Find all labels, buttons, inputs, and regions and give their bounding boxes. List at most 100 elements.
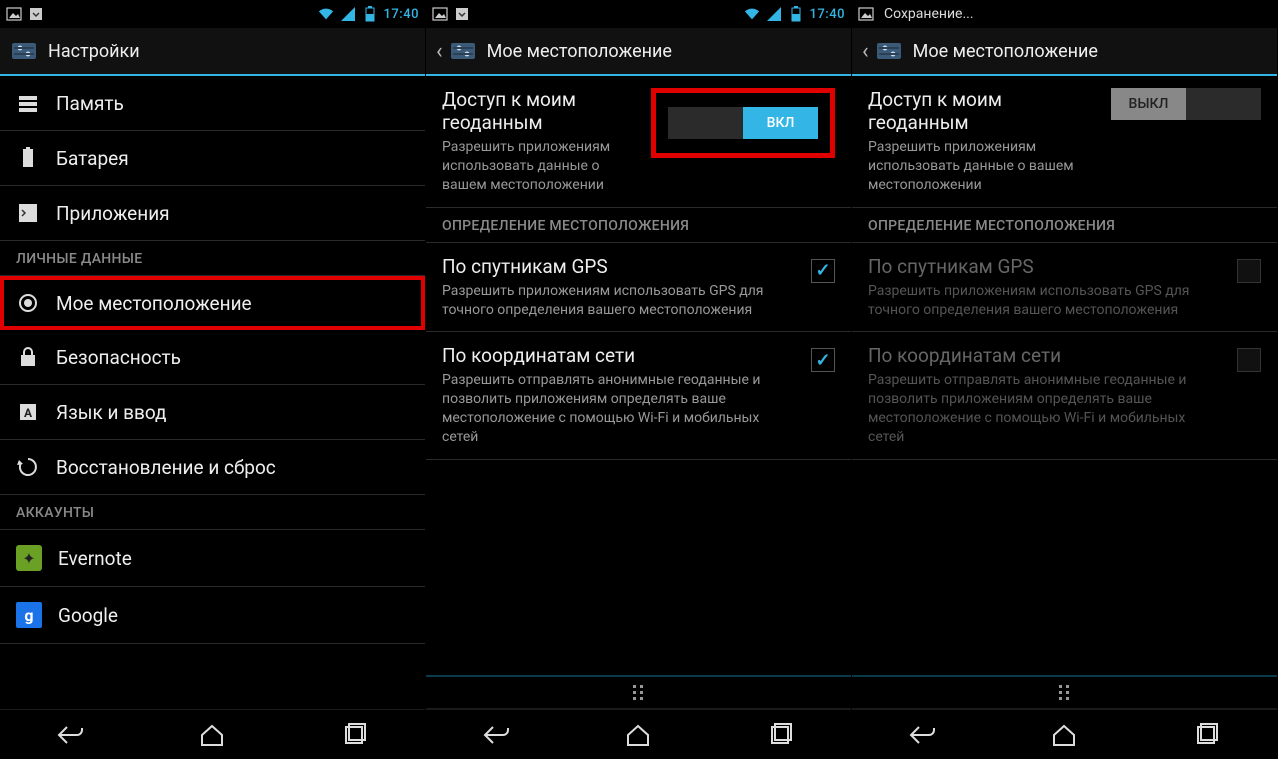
pref-subtitle: Разрешить отправлять анонимные геоданные… bbox=[868, 371, 1223, 447]
location-icon bbox=[16, 291, 40, 315]
pref-network-location[interactable]: По координатам сети Разрешить отправлять… bbox=[426, 332, 851, 460]
nav-home-button[interactable] bbox=[608, 717, 668, 753]
nav-home-button[interactable] bbox=[1034, 717, 1094, 753]
clock-time: 17:40 bbox=[810, 7, 845, 22]
pref-title: По координатам сети bbox=[442, 344, 797, 367]
svg-text:A: A bbox=[24, 406, 33, 420]
settings-item-memory[interactable]: Память bbox=[0, 76, 425, 131]
signal-icon bbox=[340, 6, 356, 22]
location-access-toggle[interactable]: ВКЛ bbox=[668, 107, 818, 139]
wifi-icon bbox=[744, 6, 760, 22]
download-icon bbox=[454, 6, 470, 22]
app-header: ‹ Мое местоположение bbox=[852, 28, 1277, 76]
gps-checkbox bbox=[1237, 259, 1261, 283]
settings-icon bbox=[875, 37, 903, 65]
battery-icon bbox=[362, 6, 378, 22]
settings-item-apps[interactable]: Приложения bbox=[0, 186, 425, 241]
battery-icon bbox=[788, 6, 804, 22]
pref-location-access[interactable]: Доступ к моим геоданным Разрешить прилож… bbox=[426, 76, 851, 208]
screen-location-off: Сохранение... ‹ Мое местоположение Досту… bbox=[852, 0, 1278, 759]
language-icon: A bbox=[16, 400, 40, 424]
section-location-sources: ОПРЕДЕЛЕНИЕ МЕСТОПОЛОЖЕНИЯ bbox=[852, 208, 1277, 243]
page-title: Мое местоположение bbox=[913, 41, 1098, 62]
picture-icon bbox=[858, 6, 874, 22]
navigation-bar bbox=[852, 709, 1277, 759]
pref-subtitle: Разрешить приложениям использовать GPS д… bbox=[868, 282, 1223, 320]
download-icon bbox=[28, 6, 44, 22]
nav-recent-button[interactable] bbox=[324, 717, 384, 753]
network-checkbox bbox=[1237, 348, 1261, 372]
signal-icon bbox=[766, 6, 782, 22]
pref-title: По спутникам GPS bbox=[868, 255, 1223, 278]
settings-item-backup[interactable]: Восстановление и сброс bbox=[0, 440, 425, 495]
memory-icon bbox=[16, 91, 40, 115]
settings-item-label: Приложения bbox=[56, 202, 170, 225]
menu-indicator[interactable] bbox=[426, 677, 851, 709]
toggle-label: ВКЛ bbox=[743, 107, 818, 139]
pref-subtitle: Разрешить приложениям использовать GPS д… bbox=[442, 282, 797, 320]
network-checkbox[interactable] bbox=[811, 348, 835, 372]
navigation-bar bbox=[0, 709, 425, 759]
pref-subtitle: Разрешить приложениям использовать данны… bbox=[868, 138, 1097, 195]
saving-toast: Сохранение... bbox=[884, 6, 974, 22]
pref-gps[interactable]: По спутникам GPS Разрешить приложениям и… bbox=[426, 243, 851, 333]
settings-item-label: Язык и ввод bbox=[56, 401, 167, 424]
settings-item-label: Google bbox=[58, 604, 118, 627]
settings-item-security[interactable]: Безопасность bbox=[0, 330, 425, 385]
evernote-icon: ✦ bbox=[16, 545, 42, 571]
back-icon[interactable]: ‹ bbox=[436, 39, 443, 64]
battery-settings-icon bbox=[16, 146, 40, 170]
page-title: Мое местоположение bbox=[487, 41, 672, 62]
app-header: Настройки bbox=[0, 28, 425, 76]
section-accounts: АККАУНТЫ bbox=[0, 495, 425, 530]
location-settings[interactable]: Доступ к моим геоданным Разрешить прилож… bbox=[852, 76, 1277, 675]
pref-title: Доступ к моим геоданным bbox=[868, 88, 1097, 134]
pref-gps: По спутникам GPS Разрешить приложениям и… bbox=[852, 243, 1277, 333]
nav-home-button[interactable] bbox=[182, 717, 242, 753]
navigation-bar bbox=[426, 709, 851, 759]
settings-item-label: Evernote bbox=[58, 547, 132, 570]
wifi-icon bbox=[318, 6, 334, 22]
section-personal-data: ЛИЧНЫЕ ДАННЫЕ bbox=[0, 241, 425, 276]
settings-item-evernote[interactable]: ✦ Evernote bbox=[0, 530, 425, 587]
toggle-highlight-box: ВКЛ bbox=[651, 88, 835, 158]
nav-back-button[interactable] bbox=[893, 717, 953, 753]
nav-recent-button[interactable] bbox=[750, 717, 810, 753]
settings-item-label: Батарея bbox=[56, 147, 129, 170]
picture-icon bbox=[6, 6, 22, 22]
pref-subtitle: Разрешить отправлять анонимные геоданные… bbox=[442, 371, 797, 447]
pref-title: По координатам сети bbox=[868, 344, 1223, 367]
nav-back-button[interactable] bbox=[467, 717, 527, 753]
location-access-toggle[interactable]: ВЫКЛ bbox=[1111, 88, 1261, 120]
google-icon: g bbox=[16, 602, 42, 628]
menu-indicator[interactable] bbox=[852, 677, 1277, 709]
nav-back-button[interactable] bbox=[41, 717, 101, 753]
settings-item-battery[interactable]: Батарея bbox=[0, 131, 425, 186]
pref-title: Доступ к моим геоданным bbox=[442, 88, 637, 134]
settings-item-location[interactable]: Мое местоположение bbox=[0, 276, 425, 330]
clock-time: 17:40 bbox=[384, 7, 419, 22]
picture-icon bbox=[432, 6, 448, 22]
page-title: Настройки bbox=[48, 41, 140, 62]
app-header: ‹ Мое местоположение bbox=[426, 28, 851, 76]
lock-icon bbox=[16, 345, 40, 369]
settings-item-language[interactable]: A Язык и ввод bbox=[0, 385, 425, 440]
restore-icon bbox=[16, 455, 40, 479]
settings-icon bbox=[10, 37, 38, 65]
location-settings[interactable]: Доступ к моим геоданным Разрешить прилож… bbox=[426, 76, 851, 675]
status-bar: 17:40 bbox=[0, 0, 425, 28]
gps-checkbox[interactable] bbox=[811, 259, 835, 283]
settings-list[interactable]: Память Батарея Приложения ЛИЧНЫЕ ДАННЫЕ … bbox=[0, 76, 425, 709]
status-bar: 17:40 bbox=[426, 0, 851, 28]
pref-title: По спутникам GPS bbox=[442, 255, 797, 278]
screen-location-on: 17:40 ‹ Мое местоположение Доступ к моим… bbox=[426, 0, 852, 759]
settings-item-label: Память bbox=[56, 92, 124, 115]
pref-location-access[interactable]: Доступ к моим геоданным Разрешить прилож… bbox=[852, 76, 1277, 208]
pref-network-location: По координатам сети Разрешить отправлять… bbox=[852, 332, 1277, 460]
status-bar: Сохранение... bbox=[852, 0, 1277, 28]
toggle-label: ВЫКЛ bbox=[1111, 88, 1186, 120]
screen-settings: 17:40 Настройки Память Батарея Приложени… bbox=[0, 0, 426, 759]
nav-recent-button[interactable] bbox=[1176, 717, 1236, 753]
back-icon[interactable]: ‹ bbox=[862, 39, 869, 64]
settings-item-google[interactable]: g Google bbox=[0, 587, 425, 644]
